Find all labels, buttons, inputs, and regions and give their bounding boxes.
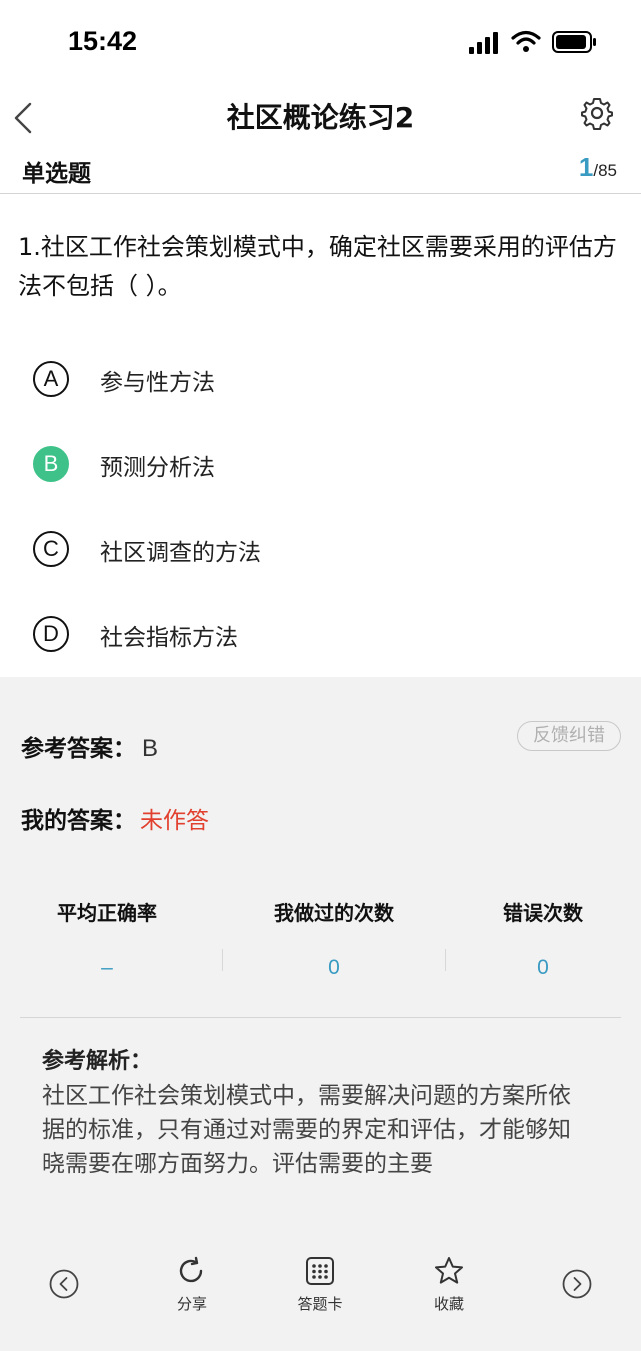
option-c-letter: C: [33, 531, 69, 567]
battery-icon: [552, 31, 596, 53]
my-answer: 我的答案： 未作答: [21, 801, 209, 835]
wifi-icon: [511, 30, 541, 52]
next-question-button[interactable]: [562, 1269, 592, 1299]
explanation: 参考解析： 社区工作社会策划模式中，需要解决问题的方案所依据的标准，只有通过对需…: [42, 1045, 587, 1177]
settings-gear-icon[interactable]: [580, 96, 614, 130]
stat-errors-value: 0: [537, 956, 549, 979]
feedback-button[interactable]: 反馈纠错: [517, 721, 621, 751]
reference-answer-value: B: [142, 735, 159, 762]
question-type-label: 单选题: [22, 161, 91, 187]
stat-errors: 错误次数 0: [433, 897, 641, 980]
option-a-letter: A: [33, 361, 69, 397]
share-icon: [179, 1256, 203, 1283]
stat-divider: [222, 949, 223, 971]
status-time: 15:42: [68, 26, 138, 56]
stat-accuracy-value: –: [101, 956, 113, 979]
page-title: 社区概论练习2: [226, 101, 415, 134]
nav-bar: 社区概论练习2: [0, 80, 641, 146]
option-a-text: 参与性方法: [100, 370, 215, 396]
option-d-text: 社会指标方法: [100, 625, 238, 651]
share-label: 分享: [176, 1295, 207, 1313]
answer-card-icon: [306, 1257, 334, 1285]
answer-card-button[interactable]: 答题卡: [290, 1255, 350, 1314]
analysis-panel: 参考答案： B 反馈纠错 我的答案： 未作答 平均正确率 – 我做过的次数 0 错误…: [0, 677, 641, 1237]
option-b-letter: B: [33, 446, 69, 482]
divider: [20, 1017, 621, 1018]
option-d[interactable]: D 社会指标方法: [0, 600, 641, 670]
stat-attempts-label: 我做过的次数: [274, 901, 394, 925]
stats-row: 平均正确率 – 我做过的次数 0 错误次数 0: [0, 897, 641, 997]
option-b-text: 预测分析法: [100, 455, 215, 481]
explanation-body: 社区工作社会策划模式中，需要解决问题的方案所依据的标准，只有通过对需要的界定和评…: [42, 1083, 571, 1177]
reference-answer: 参考答案： B: [21, 729, 158, 763]
question-counter: 1/85: [579, 152, 617, 183]
stat-attempts: 我做过的次数 0: [224, 897, 444, 980]
option-c[interactable]: C 社区调查的方法: [0, 515, 641, 585]
my-answer-value: 未作答: [140, 808, 209, 834]
stat-errors-label: 错误次数: [503, 901, 583, 925]
previous-question-button[interactable]: [49, 1269, 79, 1299]
star-icon: [435, 1257, 463, 1284]
reference-answer-label: 参考答案：: [21, 736, 136, 762]
status-bar: 15:42: [0, 0, 641, 80]
cellular-signal-icon: [469, 32, 498, 54]
question-text: 1.社区工作社会策划模式中，确定社区需要采用的评估方法不包括（ ）。: [18, 233, 617, 300]
question-type-row: 单选题 1/85: [0, 146, 641, 194]
stat-accuracy: 平均正确率 –: [0, 897, 217, 980]
favorite-label: 收藏: [433, 1295, 464, 1313]
bottom-toolbar: 分享 答题卡 收藏: [0, 1237, 641, 1351]
my-answer-label: 我的答案：: [21, 808, 136, 834]
stat-accuracy-label: 平均正确率: [57, 901, 157, 925]
stat-attempts-value: 0: [328, 956, 340, 979]
option-c-text: 社区调查的方法: [100, 540, 261, 566]
option-b[interactable]: B 预测分析法: [0, 430, 641, 500]
favorite-button[interactable]: 收藏: [427, 1255, 471, 1314]
current-question-number: 1: [578, 152, 594, 182]
share-button[interactable]: 分享: [170, 1255, 214, 1314]
total-questions: /85: [593, 161, 617, 180]
option-a[interactable]: A 参与性方法: [0, 345, 641, 415]
explanation-title: 参考解析：: [42, 1049, 153, 1074]
option-d-letter: D: [33, 616, 69, 652]
answer-card-label: 答题卡: [297, 1295, 343, 1313]
